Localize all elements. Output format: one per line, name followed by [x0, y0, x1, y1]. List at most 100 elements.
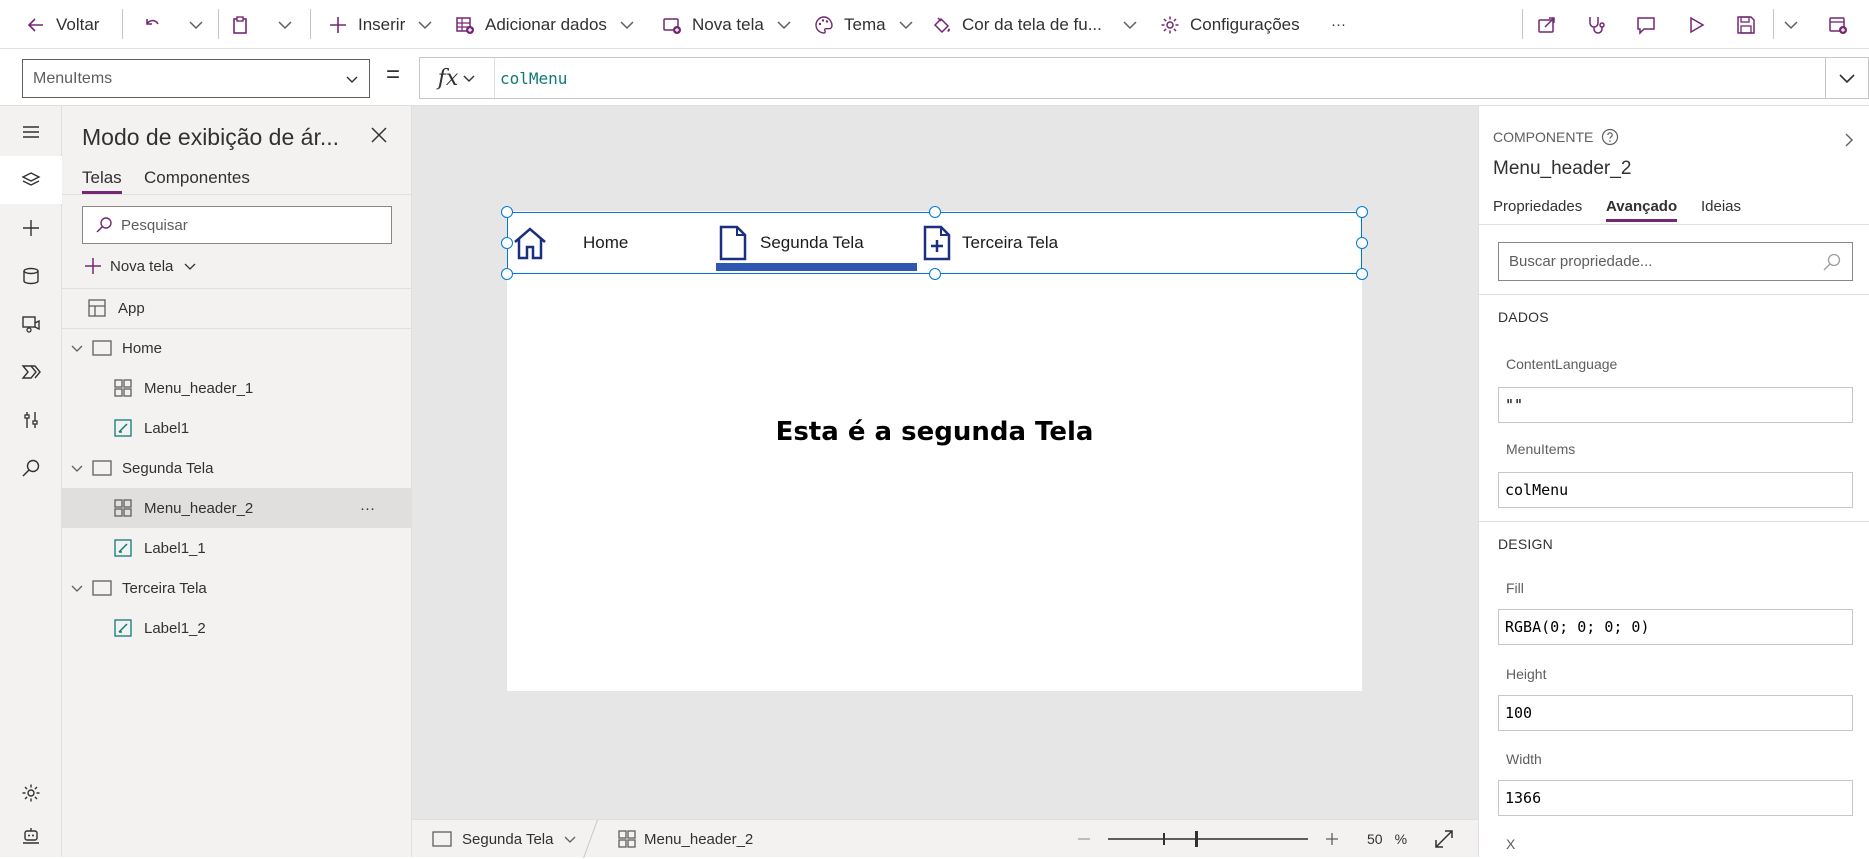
resize-handle[interactable]: [1356, 237, 1368, 249]
new-screen-tree-button[interactable]: Nova tela: [84, 254, 197, 278]
undo-button[interactable]: [142, 0, 162, 49]
share-button[interactable]: [1537, 0, 1557, 49]
chevron-down-icon: [278, 20, 292, 29]
app-checker-button[interactable]: [1586, 0, 1606, 49]
zoom-slider-tick: [1163, 833, 1165, 845]
app-screen[interactable]: Esta é a segunda Tela: [507, 211, 1362, 691]
background-color-button[interactable]: Cor da tela de fu...: [932, 0, 1140, 49]
zoom-slider-track[interactable]: [1108, 838, 1308, 840]
chevron-down-icon: [565, 836, 576, 843]
resize-handle[interactable]: [929, 268, 941, 280]
back-button[interactable]: Voltar: [26, 0, 99, 49]
close-tree-button[interactable]: [370, 126, 388, 144]
more-options-button[interactable]: ···: [360, 500, 375, 517]
tree-item-label1-2[interactable]: Label1_2: [62, 608, 412, 648]
tree-item-label1-1[interactable]: Label1_1: [62, 528, 412, 568]
tree-item-menu-header-2[interactable]: Menu_header_2 ···: [62, 488, 412, 528]
divider: [1773, 9, 1774, 39]
tree-item-label: Menu_header_1: [144, 379, 254, 397]
database-plus-icon: [456, 16, 474, 34]
menu-button[interactable]: [0, 108, 62, 156]
search-rail-button[interactable]: [0, 444, 62, 492]
help-icon[interactable]: [1601, 128, 1619, 146]
property-dropdown[interactable]: MenuItems: [22, 59, 370, 98]
advanced-tools-rail-button[interactable]: [0, 396, 62, 444]
control-name[interactable]: Menu_header_2: [1493, 158, 1631, 180]
save-button[interactable]: [1736, 0, 1756, 49]
theme-button[interactable]: Tema: [814, 0, 916, 49]
more-button[interactable]: ···: [1331, 0, 1346, 49]
settings-rail-button[interactable]: [0, 769, 62, 817]
insert-rail-button[interactable]: [0, 204, 62, 252]
resize-handle[interactable]: [501, 268, 513, 280]
height-field[interactable]: 100: [1498, 695, 1853, 731]
property-search-input[interactable]: Buscar propriedade...: [1498, 242, 1853, 281]
collapse-pane-button[interactable]: [1841, 132, 1857, 148]
publish-button[interactable]: [1828, 0, 1848, 49]
tree-view-button[interactable]: [0, 156, 62, 204]
undo-dropdown[interactable]: [186, 0, 206, 49]
tab-ideas[interactable]: Ideias: [1701, 198, 1741, 215]
chevron-down-icon: [1123, 20, 1137, 29]
bot-icon: [23, 828, 39, 844]
save-dropdown[interactable]: [1781, 0, 1801, 49]
tab-screens[interactable]: Telas: [82, 168, 122, 194]
virtual-agent-rail-button[interactable]: [0, 811, 62, 859]
expand-formula-button[interactable]: [1826, 57, 1869, 99]
comments-button[interactable]: [1636, 0, 1656, 49]
power-automate-rail-button[interactable]: [0, 348, 62, 396]
content-language-field[interactable]: "": [1498, 387, 1853, 423]
insert-button[interactable]: Inserir: [328, 0, 435, 49]
add-data-button[interactable]: Adicionar dados: [455, 0, 637, 49]
theme-label: Tema: [844, 14, 886, 34]
screen-selector[interactable]: Segunda Tela: [432, 820, 577, 858]
tree-search-input[interactable]: Pesquisar: [82, 206, 392, 244]
tab-properties[interactable]: Propriedades: [1493, 198, 1582, 215]
data-rail-button[interactable]: [0, 252, 62, 300]
stethoscope-icon: [1589, 16, 1605, 34]
tab-components[interactable]: Componentes: [144, 168, 250, 188]
menu-items-field[interactable]: colMenu: [1498, 472, 1853, 508]
fit-to-window-button[interactable]: [1434, 820, 1454, 858]
settings-button[interactable]: Configurações: [1160, 0, 1300, 49]
chevron-down-icon: [1784, 20, 1798, 29]
resize-handle[interactable]: [501, 237, 513, 249]
zoom-slider-thumb[interactable]: [1195, 831, 1198, 847]
tree-item-label: Menu_header_2: [144, 499, 254, 517]
paste-dropdown[interactable]: [275, 0, 295, 49]
chevron-down-icon: [418, 20, 432, 29]
zoom-in-button[interactable]: [1325, 820, 1339, 858]
component-breadcrumb[interactable]: Menu_header_2: [618, 820, 753, 858]
section-design-header[interactable]: DESIGN: [1479, 521, 1869, 565]
search-icon: [22, 459, 40, 477]
tab-advanced[interactable]: Avançado: [1606, 198, 1678, 222]
zoom-out-button[interactable]: [1077, 820, 1091, 858]
resize-handle[interactable]: [1356, 268, 1368, 280]
resize-handle[interactable]: [1356, 206, 1368, 218]
resize-handle[interactable]: [929, 206, 941, 218]
width-field[interactable]: 1366: [1498, 780, 1853, 816]
chevron-right-icon: [1845, 133, 1853, 147]
menu-item-terceira-tela[interactable]: Terceira Tela: [922, 213, 1058, 273]
screen-label[interactable]: Esta é a segunda Tela: [507, 417, 1362, 447]
formula-input[interactable]: colMenu: [500, 58, 567, 98]
paste-button[interactable]: [230, 0, 250, 49]
tree-item-app[interactable]: App: [62, 288, 412, 328]
tree-item-label: Home: [122, 339, 163, 357]
preview-button[interactable]: [1686, 0, 1706, 49]
command-bar: Voltar Inserir Adicionar dados Nova tela…: [0, 0, 1869, 49]
fx-button[interactable]: fx: [420, 58, 495, 98]
tree-item-label1[interactable]: Label1: [62, 408, 412, 448]
tree-item-home[interactable]: Home: [62, 328, 412, 368]
zoom-level[interactable]: 50 %: [1367, 820, 1407, 858]
new-screen-button[interactable]: Nova tela: [662, 0, 794, 49]
section-data-header[interactable]: DADOS: [1479, 294, 1869, 338]
tree-item-segunda-tela[interactable]: Segunda Tela: [62, 448, 412, 488]
menu-header-component[interactable]: Home Segunda Tela Terceira Tela: [501, 206, 1368, 280]
menu-item-home[interactable]: Home: [512, 213, 628, 273]
fill-field[interactable]: RGBA(0; 0; 0; 0): [1498, 609, 1853, 645]
tree-item-terceira-tela[interactable]: Terceira Tela: [62, 568, 412, 608]
resize-handle[interactable]: [501, 206, 513, 218]
tree-item-menu-header-1[interactable]: Menu_header_1: [62, 368, 412, 408]
media-rail-button[interactable]: [0, 300, 62, 348]
